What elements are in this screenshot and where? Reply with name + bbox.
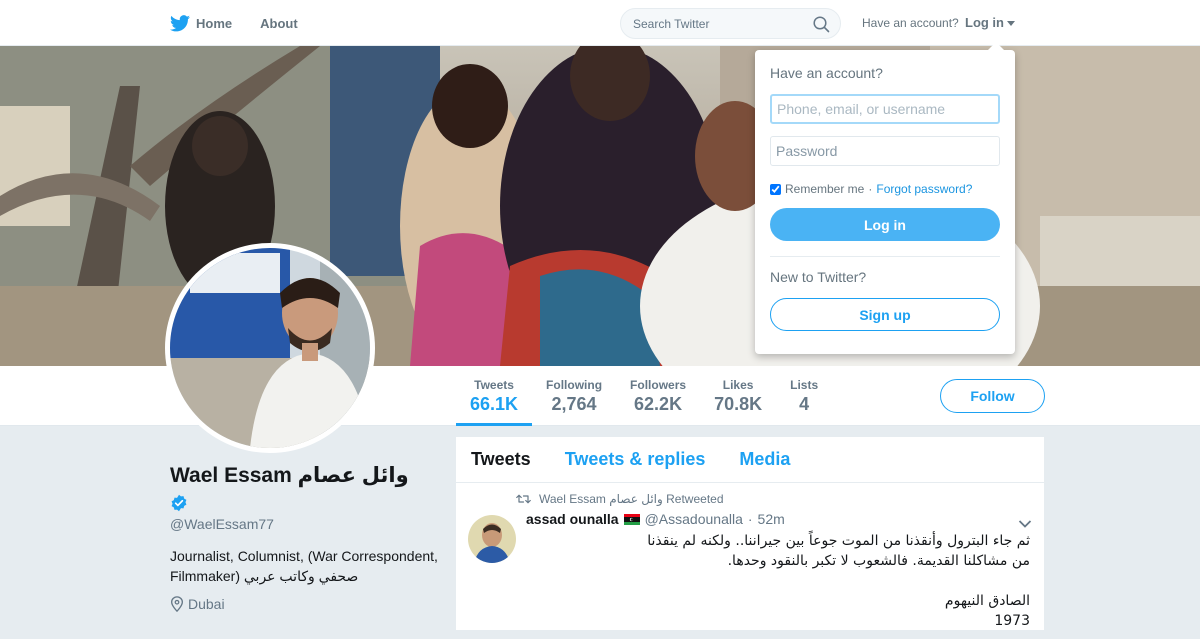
new-to-twitter-text: New to Twitter? bbox=[770, 269, 867, 285]
location-text: Dubai bbox=[188, 596, 225, 612]
remember-label: Remember me bbox=[785, 182, 865, 196]
stat-followers[interactable]: Followers 62.2K bbox=[616, 366, 700, 426]
have-account-text: Have an account? bbox=[862, 16, 959, 30]
profile-name: Wael Essam وائل عصام bbox=[170, 464, 409, 487]
main-nav: Home About bbox=[170, 0, 326, 46]
tweet[interactable]: Wael Essam وائل عصام Retweeted assad oun… bbox=[456, 483, 1044, 639]
nav-about[interactable]: About bbox=[260, 16, 298, 31]
nav-home[interactable]: Home bbox=[170, 14, 233, 32]
login-dropdown-toggle[interactable]: Log in bbox=[965, 15, 1015, 30]
tweet-text: ثم جاء البترول وأنقذنا من الموت جوعاً بي… bbox=[526, 531, 1030, 631]
tweet-author-avatar[interactable] bbox=[468, 515, 516, 563]
tweet-line: من مشاكلنا القديمة. فالشعوب لا تكبر بالن… bbox=[727, 553, 1030, 569]
divider bbox=[770, 256, 1000, 257]
stat-following[interactable]: Following 2,764 bbox=[532, 366, 616, 426]
remember-checkbox[interactable] bbox=[770, 183, 781, 195]
password-field[interactable] bbox=[770, 136, 1000, 166]
signup-button[interactable]: Sign up bbox=[770, 298, 1000, 331]
login-toggle-label: Log in bbox=[965, 15, 1004, 30]
retweeted-by[interactable]: Wael Essam وائل عصام Retweeted bbox=[539, 492, 724, 506]
dropdown-arrow bbox=[987, 42, 1005, 51]
libya-flag-icon bbox=[623, 513, 640, 525]
avatar[interactable] bbox=[170, 248, 370, 448]
profile-location: Dubai bbox=[170, 596, 440, 612]
profile-bio: Journalist, Columnist, (War Corresponden… bbox=[170, 548, 438, 584]
stat-value: 4 bbox=[799, 394, 810, 414]
username-field[interactable] bbox=[770, 94, 1000, 124]
chevron-down-icon[interactable] bbox=[1018, 519, 1032, 529]
tweet-author-name[interactable]: assad ounalla bbox=[526, 511, 619, 527]
login-dropdown: Have an account? Remember me · Forgot pa… bbox=[755, 42, 1015, 354]
caret-down-icon bbox=[1007, 21, 1015, 26]
stat-tweets[interactable]: Tweets 66.1K bbox=[456, 366, 533, 426]
timeline: Tweets Tweets & replies Media Wael Essam… bbox=[456, 437, 1044, 630]
top-navigation-bar: Home About Have an account? Log in bbox=[0, 0, 1200, 46]
profile-handle[interactable]: @WaelEssam77 bbox=[170, 516, 440, 532]
remember-separator: · bbox=[868, 182, 873, 196]
tweet-line: ثم جاء البترول وأنقذنا من الموت جوعاً بي… bbox=[647, 533, 1030, 549]
stat-likes[interactable]: Likes 70.8K bbox=[700, 366, 776, 426]
stat-value: 62.2K bbox=[634, 394, 683, 414]
avatar-image bbox=[170, 248, 370, 448]
tweet-line: الصادق النيهوم bbox=[944, 593, 1030, 609]
stat-value: 2,764 bbox=[551, 394, 597, 414]
stat-value: 70.8K bbox=[714, 394, 763, 414]
tab-tweets[interactable]: Tweets bbox=[471, 449, 531, 470]
profile-card: Wael Essam وائل عصام @WaelEssam77 Journa… bbox=[170, 462, 440, 612]
stat-value: 66.1K bbox=[470, 394, 519, 414]
stat-label: Tweets bbox=[474, 378, 514, 392]
login-button[interactable]: Log in bbox=[770, 208, 1000, 241]
nav-home-label: Home bbox=[196, 15, 233, 31]
remember-row: Remember me · Forgot password? bbox=[770, 182, 1000, 196]
login-title: Have an account? bbox=[770, 65, 883, 81]
stat-label: Likes bbox=[722, 378, 754, 392]
retweet-icon bbox=[516, 494, 531, 504]
stat-label: Followers bbox=[630, 378, 687, 392]
location-pin-icon bbox=[170, 596, 184, 612]
timeline-tabs: Tweets Tweets & replies Media bbox=[456, 437, 1044, 483]
stat-label: Following bbox=[546, 378, 603, 392]
tweet-header: assad ounalla @Assadounalla · 52m bbox=[526, 511, 1029, 527]
follow-button[interactable]: Follow bbox=[940, 379, 1045, 413]
tab-media[interactable]: Media bbox=[739, 449, 790, 470]
search-input[interactable] bbox=[633, 16, 803, 31]
search-box bbox=[620, 8, 841, 39]
profile-stats: Tweets 66.1K Following 2,764 Followers 6… bbox=[456, 366, 832, 426]
nav-about-label: About bbox=[260, 15, 298, 31]
tweet-timestamp[interactable]: 52m bbox=[758, 511, 785, 527]
tweet-author-handle[interactable]: @Assadounalla bbox=[645, 511, 743, 527]
profile-avatar-frame bbox=[165, 243, 375, 453]
tweet-avatar-image bbox=[468, 515, 516, 563]
twitter-bird-icon bbox=[170, 14, 190, 31]
verified-badge-icon bbox=[171, 494, 187, 512]
stat-label: Lists bbox=[790, 378, 819, 392]
tweet-separator: · bbox=[747, 511, 753, 527]
tweet-line: 1973 bbox=[994, 613, 1030, 629]
forgot-password-link[interactable]: Forgot password? bbox=[876, 182, 972, 196]
retweet-context: Wael Essam وائل عصام Retweeted bbox=[516, 491, 1029, 507]
search-icon[interactable] bbox=[813, 16, 830, 33]
stat-lists[interactable]: Lists 4 bbox=[776, 366, 832, 426]
tab-tweets-replies[interactable]: Tweets & replies bbox=[565, 449, 706, 470]
